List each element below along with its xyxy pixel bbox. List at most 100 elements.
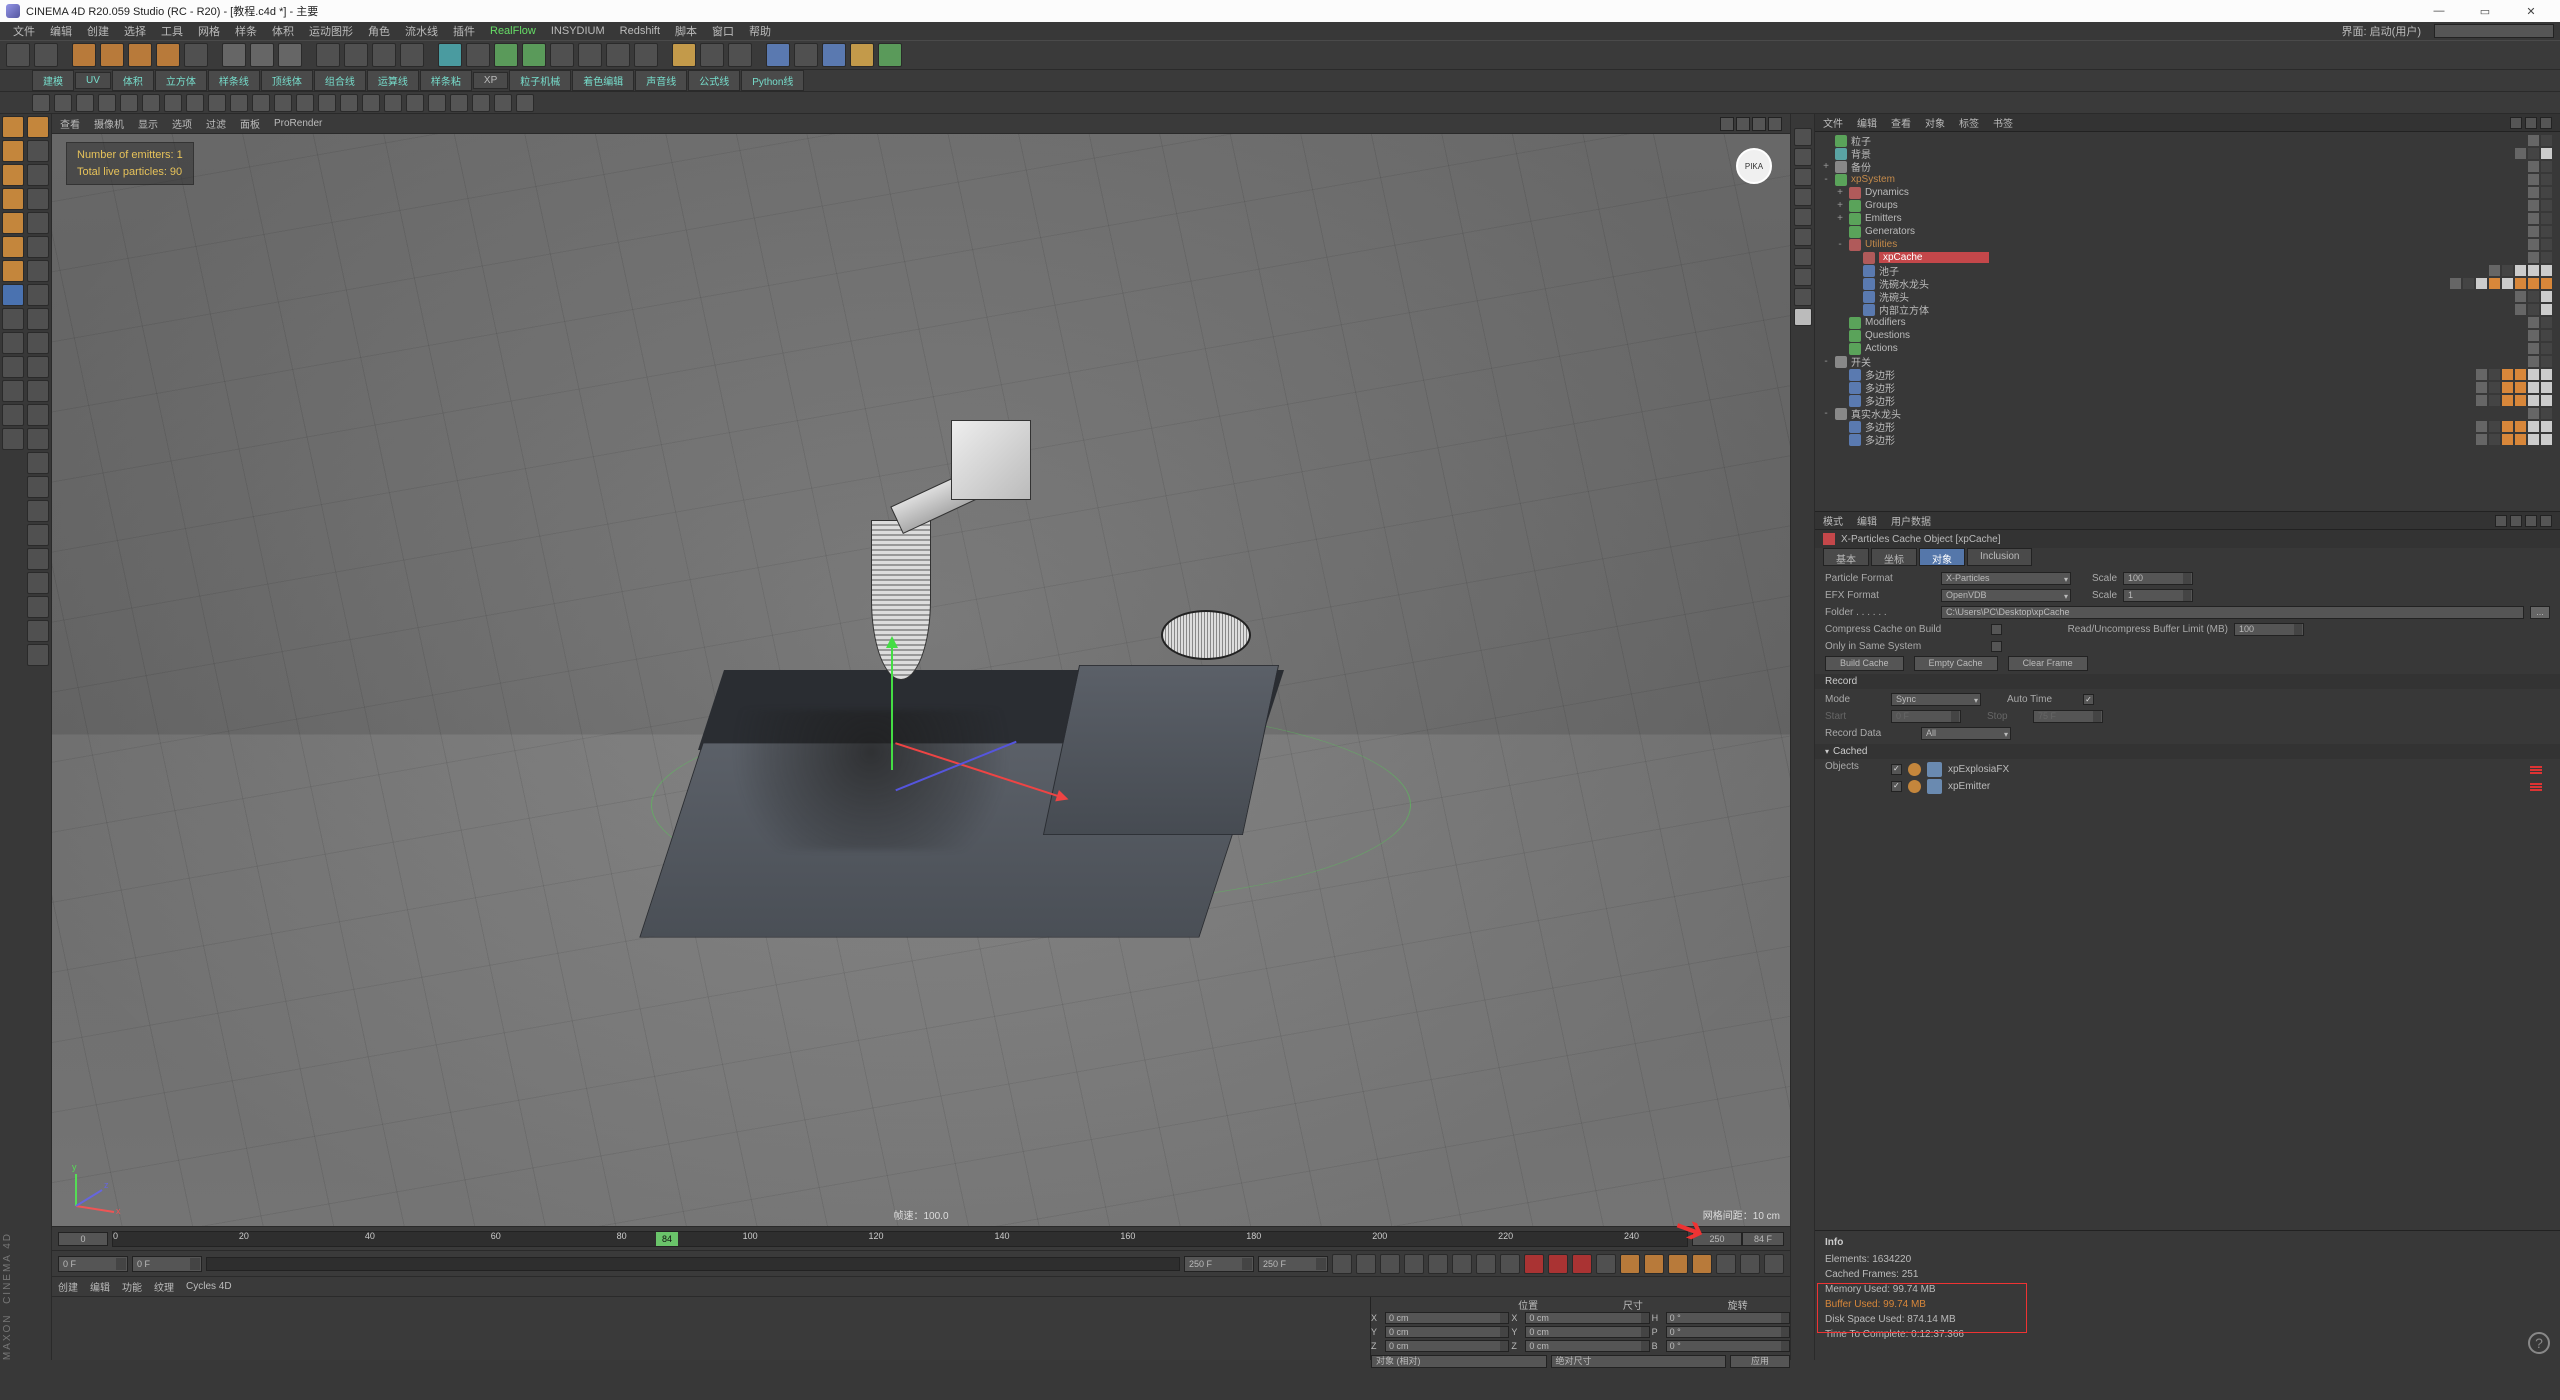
tag-icon[interactable] bbox=[2541, 382, 2552, 393]
palette-tab[interactable]: 建模 bbox=[32, 70, 74, 91]
tool-icon[interactable] bbox=[27, 452, 49, 474]
viewport-3d[interactable]: Number of emitters: 1 Total live particl… bbox=[52, 134, 1790, 1226]
object-name[interactable]: Modifiers bbox=[1865, 317, 1975, 328]
minimize-button[interactable]: — bbox=[2416, 0, 2462, 22]
lower-tab[interactable]: Cycles 4D bbox=[186, 1281, 232, 1292]
tag-icon[interactable] bbox=[2541, 252, 2552, 263]
palette-icon[interactable] bbox=[120, 94, 138, 112]
menu-item[interactable]: 脚本 bbox=[668, 23, 704, 39]
lock-icon[interactable] bbox=[2540, 515, 2552, 527]
timeline-track[interactable]: 020406080100120140160180200220240 84 bbox=[112, 1231, 1688, 1247]
coffee-icon[interactable] bbox=[794, 43, 818, 67]
tag-icon[interactable] bbox=[2541, 200, 2552, 211]
lock-icon[interactable] bbox=[1908, 763, 1921, 776]
frame-field-2[interactable]: 250 F bbox=[1184, 1256, 1254, 1272]
attrmgr-menu[interactable]: 用户数据 bbox=[1891, 513, 1931, 528]
palette-icon[interactable] bbox=[516, 94, 534, 112]
palette-icon[interactable] bbox=[54, 94, 72, 112]
pos-field[interactable]: 0 cm bbox=[1385, 1340, 1509, 1352]
tree-row[interactable]: +备份 bbox=[1815, 160, 2560, 173]
filter-icon[interactable] bbox=[2525, 117, 2537, 129]
axis-z-icon[interactable] bbox=[278, 43, 302, 67]
up-icon[interactable] bbox=[2525, 515, 2537, 527]
palette-tab[interactable]: Python线 bbox=[741, 70, 804, 91]
locked-workplane-icon[interactable] bbox=[2, 404, 24, 426]
render-region-icon[interactable] bbox=[344, 43, 368, 67]
tag-icon[interactable] bbox=[2489, 395, 2500, 406]
picture-viewer-icon[interactable] bbox=[400, 43, 424, 67]
next-key-icon[interactable] bbox=[1476, 1254, 1496, 1274]
palette-icon[interactable] bbox=[32, 94, 50, 112]
palette-icon[interactable] bbox=[362, 94, 380, 112]
vp-pan-icon[interactable] bbox=[1720, 117, 1734, 131]
tag-icon[interactable] bbox=[2541, 135, 2552, 146]
tag-icon[interactable] bbox=[2515, 148, 2526, 159]
tag-icon[interactable] bbox=[2528, 239, 2539, 250]
timeline-playhead[interactable]: 84 bbox=[656, 1232, 678, 1246]
side-icon[interactable] bbox=[1794, 168, 1812, 186]
key-pla-icon[interactable] bbox=[1692, 1254, 1712, 1274]
tag-icon[interactable] bbox=[2502, 421, 2513, 432]
editable-icon[interactable] bbox=[2, 116, 24, 138]
axis-y-icon[interactable] bbox=[250, 43, 274, 67]
tag-icon[interactable] bbox=[2502, 395, 2513, 406]
tag-icon[interactable] bbox=[2528, 135, 2539, 146]
target-icon[interactable] bbox=[700, 43, 724, 67]
magnet-icon[interactable] bbox=[2, 356, 24, 378]
tag-icon[interactable] bbox=[2463, 278, 2474, 289]
menu-item[interactable]: RealFlow bbox=[483, 25, 543, 37]
palette-icon[interactable] bbox=[98, 94, 116, 112]
tag-icon[interactable] bbox=[2476, 395, 2487, 406]
tag-icon[interactable] bbox=[2450, 278, 2461, 289]
obj-name[interactable]: xpEmitter bbox=[1948, 781, 1990, 792]
object-name[interactable]: 内部立方体 bbox=[1879, 302, 1989, 317]
palette-tab[interactable]: 顶线体 bbox=[261, 70, 313, 91]
tag-icon[interactable] bbox=[2476, 278, 2487, 289]
vp-zoom-icon[interactable] bbox=[1736, 117, 1750, 131]
key-p-icon[interactable] bbox=[1620, 1254, 1640, 1274]
light-icon[interactable] bbox=[634, 43, 658, 67]
attr-tab[interactable]: Inclusion bbox=[1967, 548, 2032, 566]
menu-item[interactable]: 样条 bbox=[228, 23, 264, 39]
tag-icon[interactable] bbox=[2515, 291, 2526, 302]
cached-section[interactable]: ▾Cached bbox=[1815, 744, 2560, 759]
tool-icon[interactable] bbox=[27, 260, 49, 282]
tool-icon[interactable] bbox=[27, 476, 49, 498]
coord-size-dd[interactable]: 绝对尺寸 bbox=[1551, 1355, 1727, 1368]
attr-tab[interactable]: 坐标 bbox=[1871, 548, 1917, 566]
menu-item[interactable]: 角色 bbox=[361, 23, 397, 39]
key-pos-icon[interactable] bbox=[1572, 1254, 1592, 1274]
side-icon[interactable] bbox=[1794, 308, 1812, 326]
menu-item[interactable]: 选择 bbox=[117, 23, 153, 39]
palette-icon[interactable] bbox=[252, 94, 270, 112]
move-tool-icon[interactable] bbox=[27, 116, 49, 138]
tool-icon[interactable] bbox=[27, 380, 49, 402]
size-field[interactable]: 0 cm bbox=[1525, 1312, 1649, 1324]
pos-field[interactable]: 0 cm bbox=[1385, 1312, 1509, 1324]
palette-icon[interactable] bbox=[318, 94, 336, 112]
palette-icon[interactable] bbox=[230, 94, 248, 112]
tag-icon[interactable] bbox=[2541, 330, 2552, 341]
menu-item[interactable]: Redshift bbox=[613, 25, 667, 37]
palette-icon[interactable] bbox=[340, 94, 358, 112]
palette-icon[interactable] bbox=[76, 94, 94, 112]
object-name[interactable]: 多边形 bbox=[1865, 432, 1975, 447]
tool-icon[interactable] bbox=[27, 524, 49, 546]
live-select-icon[interactable] bbox=[27, 140, 49, 162]
snap-icon[interactable] bbox=[2, 332, 24, 354]
tag-icon[interactable] bbox=[2502, 265, 2513, 276]
object-name[interactable]: Dynamics bbox=[1865, 187, 1975, 198]
tag-icon[interactable] bbox=[2515, 369, 2526, 380]
tool-icon[interactable] bbox=[27, 428, 49, 450]
attrmgr-menu[interactable]: 模式 bbox=[1823, 513, 1843, 528]
tool-icon[interactable] bbox=[27, 188, 49, 210]
tag-icon[interactable] bbox=[2541, 343, 2552, 354]
tree-row[interactable]: +Emitters bbox=[1815, 212, 2560, 225]
menu-item[interactable]: 网格 bbox=[191, 23, 227, 39]
tag-icon[interactable] bbox=[2489, 382, 2500, 393]
fcurve-icon[interactable] bbox=[1764, 1254, 1784, 1274]
vp-menu-item[interactable]: ProRender bbox=[274, 118, 322, 129]
range-start-field[interactable]: 0 F bbox=[58, 1256, 128, 1272]
recent-icon[interactable] bbox=[184, 43, 208, 67]
tag-icon[interactable] bbox=[2541, 291, 2552, 302]
